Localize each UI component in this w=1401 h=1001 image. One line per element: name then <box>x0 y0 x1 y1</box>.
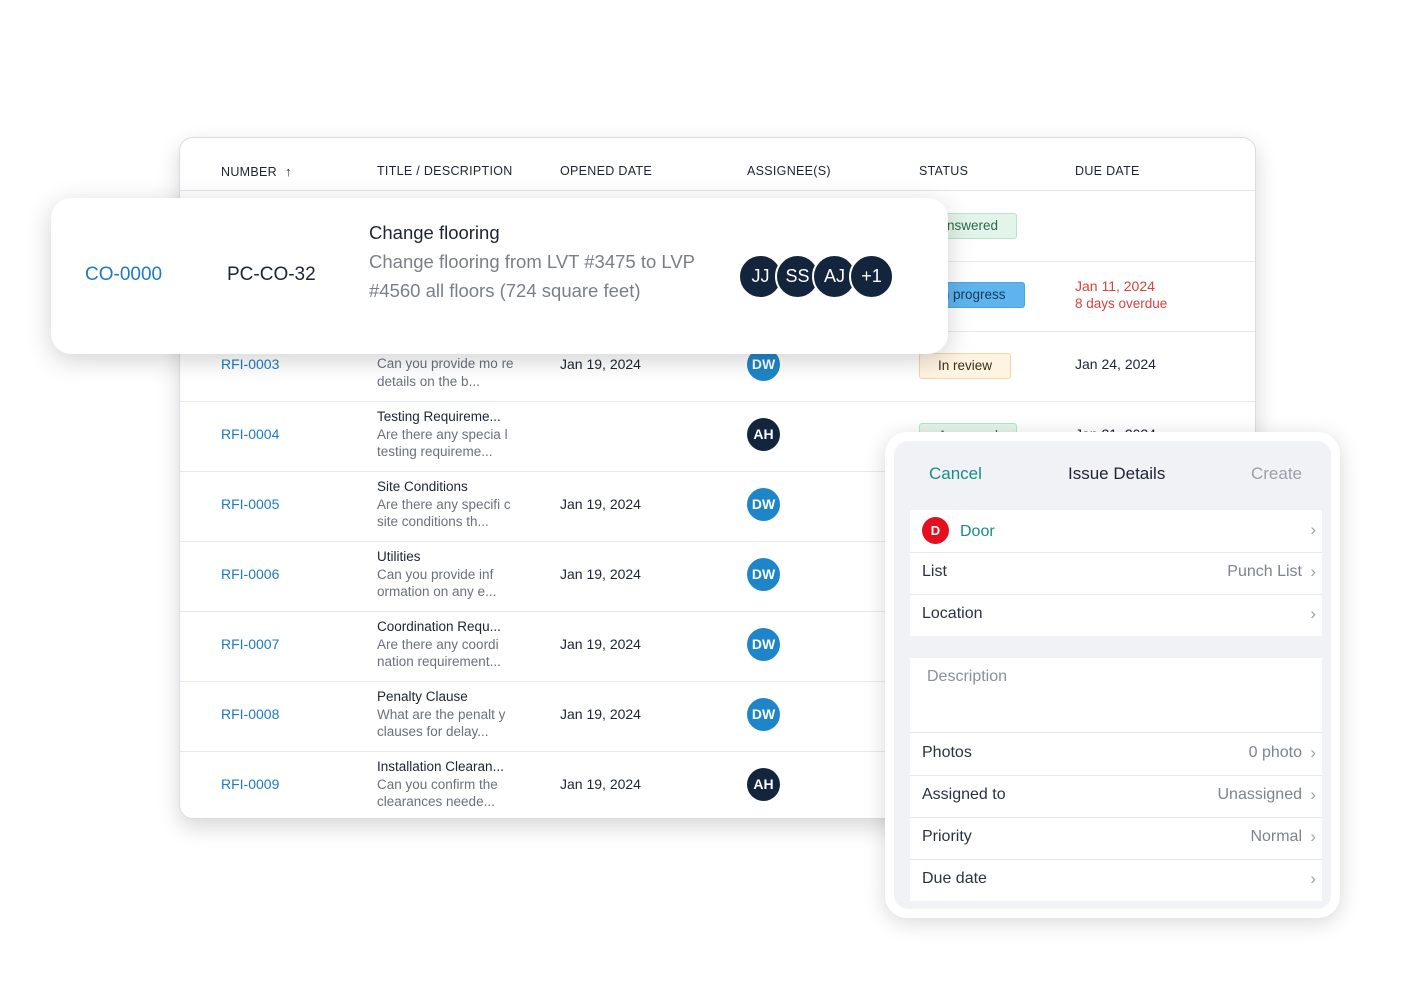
assigned-to-row[interactable]: Assigned to Unassigned › <box>910 775 1322 818</box>
avatar[interactable]: AH <box>747 768 780 801</box>
issue-details-screen: Cancel Issue Details Create D Door › Lis… <box>894 441 1331 909</box>
photos-row[interactable]: Photos 0 photo › <box>910 733 1322 776</box>
chevron-right-icon: › <box>1310 869 1316 888</box>
location-row[interactable]: Location › <box>910 594 1322 636</box>
column-header-status[interactable]: STATUS <box>919 164 968 178</box>
avatar[interactable]: DW <box>747 488 780 521</box>
more-assignees-avatar[interactable]: +1 <box>849 254 894 299</box>
change-order-id: PC-CO-32 <box>227 264 316 285</box>
issue-details-title: Issue Details <box>1068 464 1166 483</box>
title-description: Coordination Requ... Are there any coord… <box>377 618 517 671</box>
row-description: Can you provide inf ormation on any e... <box>377 566 497 600</box>
column-header-assignees[interactable]: ASSIGNEE(S) <box>747 164 831 178</box>
priority-row[interactable]: Priority Normal › <box>910 817 1322 860</box>
avatar[interactable]: DW <box>747 698 780 731</box>
issue-details-panel: Cancel Issue Details Create D Door › Lis… <box>885 432 1340 918</box>
chevron-right-icon: › <box>1310 827 1316 846</box>
row-description: What are the penalt y clauses for delay.… <box>377 706 506 740</box>
change-order-number-link[interactable]: CO-0000 <box>85 264 162 286</box>
row-description: Are there any specia l testing requireme… <box>377 426 508 460</box>
door-row[interactable]: D Door › <box>910 510 1322 553</box>
rfi-number-link[interactable]: RFI-0003 <box>221 356 279 372</box>
field-value: Punch List <box>1227 563 1302 580</box>
title-description: Utilities Can you provide inf ormation o… <box>377 548 517 601</box>
field-value: 0 photo <box>1248 744 1302 761</box>
status-badge: In review <box>919 353 1012 379</box>
change-order-card[interactable]: CO-0000 PC-CO-32 Change flooring Change … <box>51 198 948 354</box>
row-description: Can you confirm the clearances neede... <box>377 776 498 810</box>
opened-date: Jan 19, 2024 <box>560 776 641 792</box>
field-label: Priority <box>922 828 972 845</box>
cancel-button[interactable]: Cancel <box>929 464 982 484</box>
chevron-right-icon: › <box>1310 785 1316 804</box>
row-description: Can you provide mo re details on the b..… <box>377 356 514 389</box>
column-header-due-date[interactable]: DUE DATE <box>1075 164 1140 178</box>
due-date-row[interactable]: Due date › <box>910 859 1322 901</box>
row-title: Installation Clearan... <box>377 759 504 774</box>
title-description: Can you provide mo re details on the b..… <box>377 355 517 390</box>
issue-more-fields-group: Photos 0 photo › Assigned to Unassigned … <box>910 733 1322 901</box>
row-title: Utilities <box>377 549 421 564</box>
row-title: Penalty Clause <box>377 689 468 704</box>
chevron-right-icon: › <box>1310 743 1316 762</box>
title-description: Site Conditions Are there any specifi c … <box>377 478 517 531</box>
chevron-right-icon: › <box>1310 520 1316 539</box>
list-row[interactable]: List Punch List › <box>910 552 1322 595</box>
table-header: NUMBER ↑ TITLE / DESCRIPTION OPENED DATE … <box>180 138 1255 191</box>
row-description: Are there any coordi nation requirement.… <box>377 636 501 670</box>
door-label: Door <box>960 523 995 540</box>
title-description: Testing Requireme... Are there any speci… <box>377 408 517 461</box>
title-description: Installation Clearan... Can you confirm … <box>377 758 517 811</box>
row-description: Are there any specifi c site conditions … <box>377 496 511 530</box>
row-title: Site Conditions <box>377 479 468 494</box>
opened-date: Jan 19, 2024 <box>560 566 641 582</box>
rfi-number-link[interactable]: RFI-0005 <box>221 496 279 512</box>
due-date: Jan 11, 2024 <box>1075 278 1155 294</box>
change-order-title: Change flooring <box>369 222 500 243</box>
rfi-number-link[interactable]: RFI-0008 <box>221 706 279 722</box>
field-value: Unassigned <box>1217 786 1303 803</box>
field-label: Assigned to <box>922 786 1006 803</box>
field-label: Location <box>922 605 983 622</box>
avatar[interactable]: DW <box>747 558 780 591</box>
column-header-number[interactable]: NUMBER ↑ <box>221 164 292 179</box>
rfi-number-link[interactable]: RFI-0007 <box>221 636 279 652</box>
rfi-number-link[interactable]: RFI-0004 <box>221 426 279 442</box>
due-date-cell: Jan 11, 2024 8 days overdue <box>1075 277 1167 313</box>
opened-date: Jan 19, 2024 <box>560 706 641 722</box>
rfi-number-link[interactable]: RFI-0009 <box>221 776 279 792</box>
due-date: Jan 24, 2024 <box>1075 356 1156 372</box>
avatar[interactable]: AH <box>747 418 780 451</box>
field-value: Normal <box>1250 828 1302 845</box>
chevron-right-icon: › <box>1310 562 1316 581</box>
overdue-label: 8 days overdue <box>1075 296 1168 311</box>
field-label: Due date <box>922 870 987 887</box>
chevron-right-icon: › <box>1310 604 1316 623</box>
opened-date: Jan 19, 2024 <box>560 356 641 372</box>
door-icon: D <box>922 517 949 544</box>
description-placeholder: Description <box>927 668 1008 685</box>
rfi-number-link[interactable]: RFI-0006 <box>221 566 279 582</box>
issue-fields-group: D Door › List Punch List › Location › <box>910 510 1322 636</box>
create-button[interactable]: Create <box>1251 464 1302 484</box>
change-order-description: Change flooring from LVT #3475 to LVP #4… <box>369 251 695 301</box>
description-field[interactable]: Description <box>910 658 1322 733</box>
arrow-up-icon[interactable]: ↑ <box>285 164 292 179</box>
title-description: Penalty Clause What are the penalt y cla… <box>377 688 517 741</box>
row-title: Coordination Requ... <box>377 619 501 634</box>
column-header-title[interactable]: TITLE / DESCRIPTION <box>377 164 513 178</box>
row-title: Testing Requireme... <box>377 409 501 424</box>
avatar[interactable]: DW <box>747 628 780 661</box>
column-header-opened-date[interactable]: OPENED DATE <box>560 164 652 178</box>
field-label: List <box>922 563 947 580</box>
opened-date: Jan 19, 2024 <box>560 496 641 512</box>
field-label: Photos <box>922 744 972 761</box>
opened-date: Jan 19, 2024 <box>560 636 641 652</box>
